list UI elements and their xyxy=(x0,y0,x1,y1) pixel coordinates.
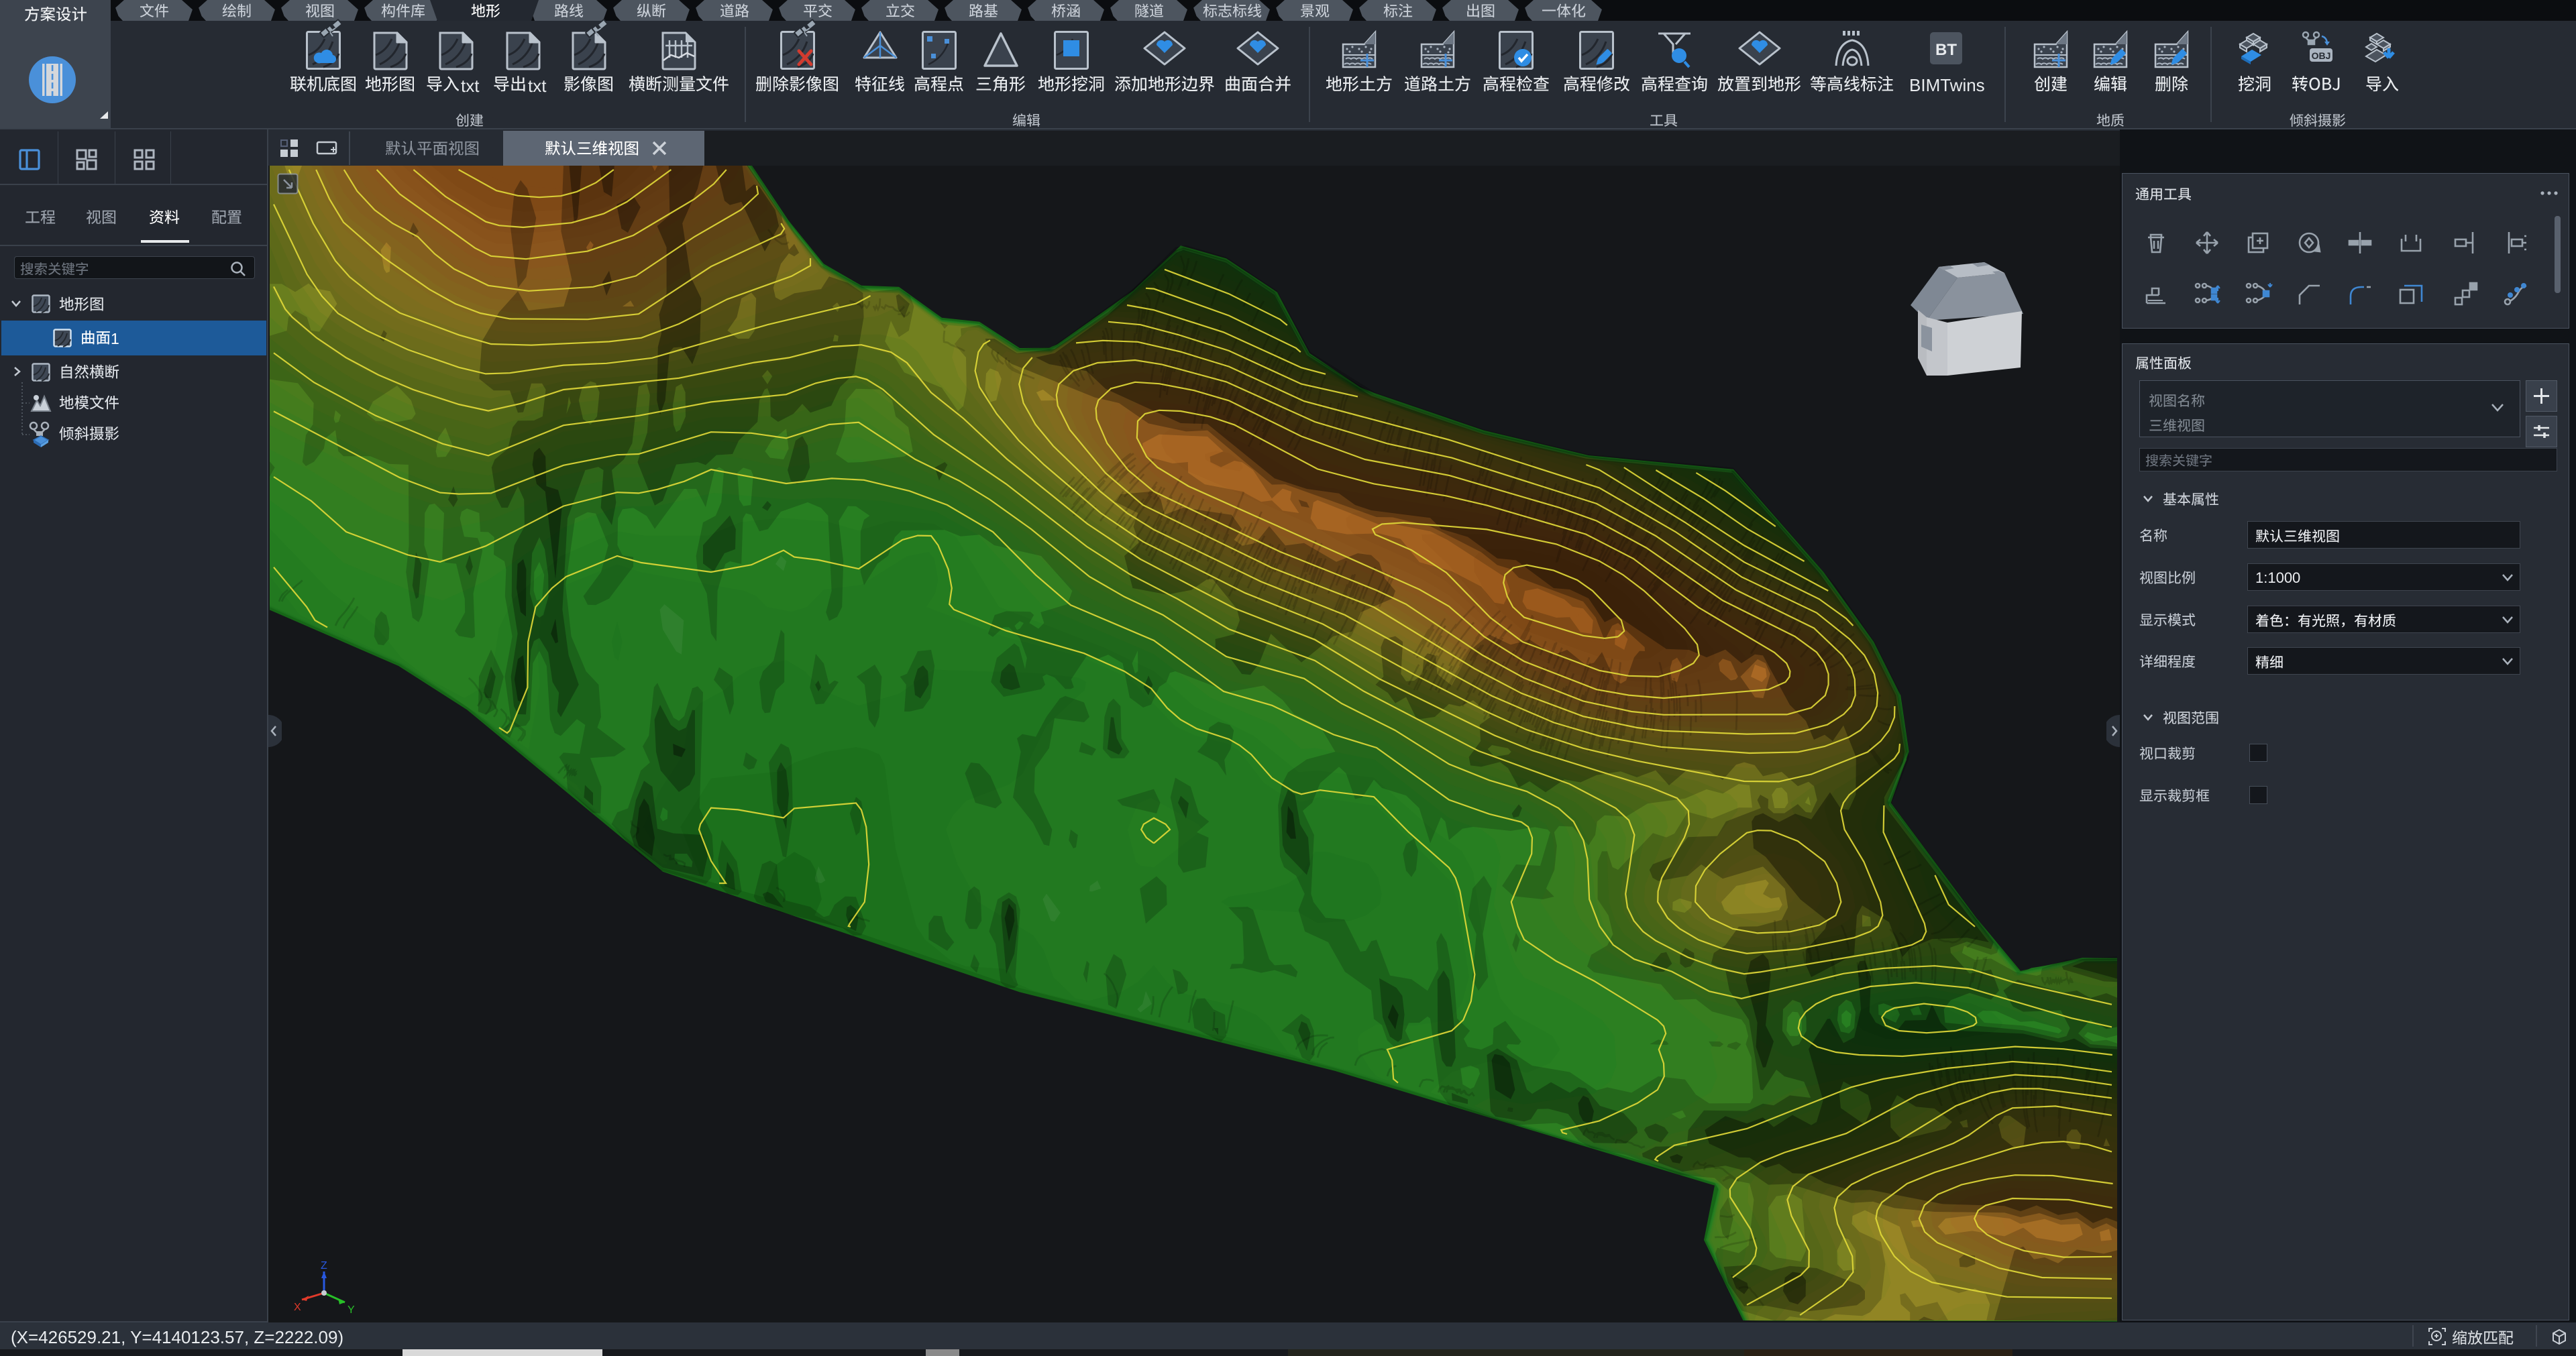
svg-text:Z: Z xyxy=(321,1261,327,1272)
svg-text:X: X xyxy=(294,1302,301,1313)
svg-text:Y: Y xyxy=(347,1304,355,1316)
